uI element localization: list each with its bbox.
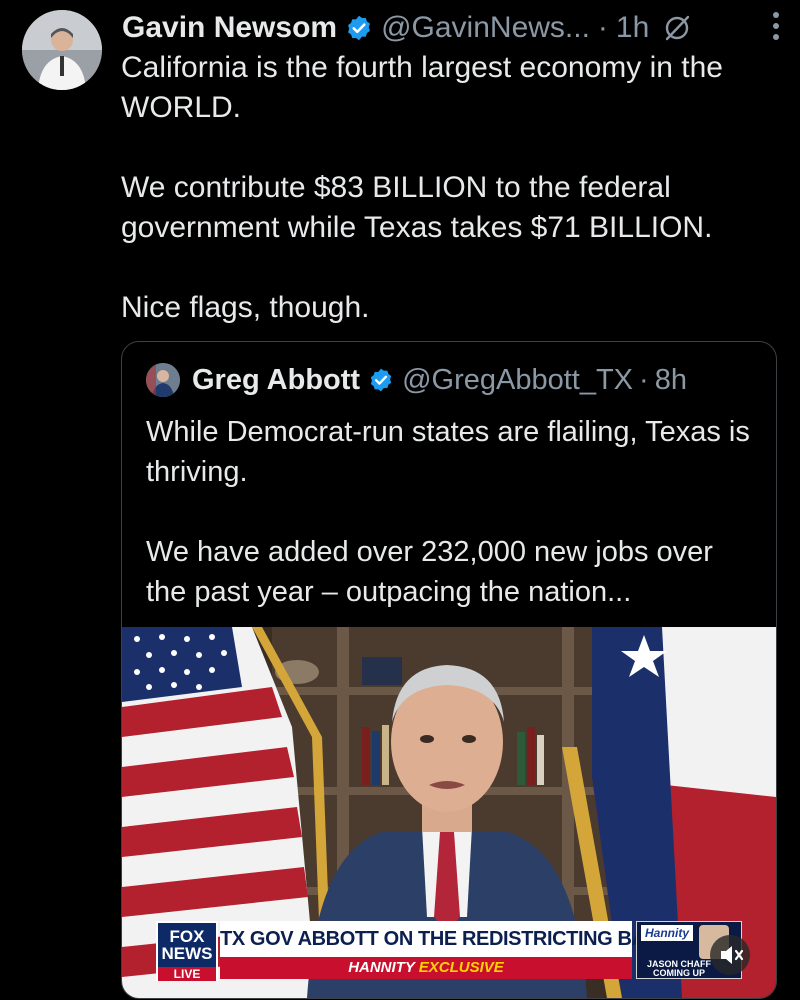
chyron-subline: HANNITY EXCLUSIVE — [220, 957, 632, 979]
quoted-tweet-time: 8h — [654, 363, 687, 396]
author-avatar-image — [22, 10, 102, 90]
quoted-tweet-paragraph: While Democrat-run states are flailing, … — [146, 416, 750, 488]
author-name[interactable]: Gavin Newsom — [122, 11, 337, 45]
promo-coming-up: COMING UP — [652, 968, 705, 978]
quoted-tweet-header: Greg Abbott @GregAbbott_TX · 8h — [146, 360, 687, 400]
more-options-icon[interactable] — [770, 12, 782, 46]
news-chyron: FOX NEWS LIVE TX GOV ABBOTT ON THE REDIS… — [156, 921, 742, 981]
quoted-author-name: Greg Abbott — [192, 363, 361, 396]
quoted-tweet-body: While Democrat-run states are flailing, … — [146, 412, 756, 612]
promo-show: Hannity — [641, 925, 693, 941]
tweet-time[interactable]: 1h — [616, 11, 649, 45]
verified-badge-icon — [368, 367, 394, 393]
verified-badge-icon[interactable] — [345, 14, 373, 42]
quoted-tweet[interactable]: Greg Abbott @GregAbbott_TX · 8h While De… — [121, 341, 777, 999]
separator-dot: · — [639, 363, 649, 396]
quoted-tweet-paragraph: We have added over 232,000 new jobs over… — [146, 536, 713, 608]
quoted-author-avatar — [146, 363, 180, 397]
separator-dot: · — [597, 11, 608, 44]
tweet-header: Gavin Newsom @GavinNews... · 1h — [122, 8, 780, 48]
tweet-paragraph: We contribute $83 BILLION to the federal… — [121, 171, 713, 244]
grok-icon[interactable] — [661, 12, 693, 44]
quoted-author-handle: @GregAbbott_TX — [402, 363, 634, 396]
author-handle[interactable]: @GavinNews... — [381, 11, 590, 45]
logo-line2: NEWS — [161, 944, 213, 963]
muted-speaker-icon[interactable] — [710, 935, 750, 975]
chyron-show: HANNITY — [348, 959, 415, 976]
network-logo: FOX NEWS LIVE — [156, 921, 218, 981]
live-badge: LIVE — [158, 967, 216, 981]
tweet-paragraph: California is the fourth largest economy… — [121, 51, 723, 124]
chyron-exclusive: EXCLUSIVE — [418, 959, 504, 976]
tweet-paragraph: Nice flags, though. — [121, 291, 370, 324]
author-avatar[interactable] — [22, 10, 102, 90]
chyron-headline: TX GOV ABBOTT ON THE REDISTRICTING BATTL… — [220, 921, 693, 957]
quoted-tweet-video[interactable]: FOX NEWS LIVE TX GOV ABBOTT ON THE REDIS… — [122, 627, 776, 998]
